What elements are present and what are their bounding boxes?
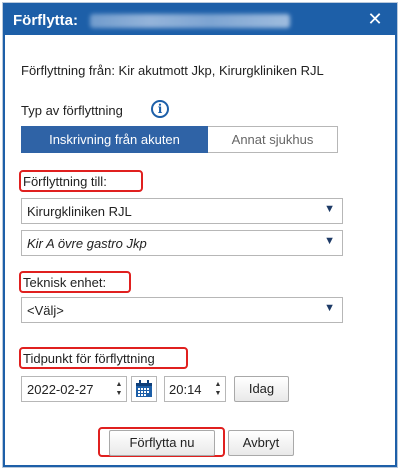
clinic-select-value: Kirurgkliniken RJL (27, 204, 132, 219)
move-type-label: Typ av förflyttning (21, 103, 123, 118)
segment-other-hospital[interactable]: Annat sjukhus (208, 126, 338, 153)
move-now-button[interactable]: Förflytta nu (109, 430, 215, 456)
today-button[interactable]: Idag (234, 376, 289, 402)
move-type-segmented-control: Inskrivning från akuten Annat sjukhus (21, 126, 338, 153)
move-time-label: Tidpunkt för förflyttning (23, 351, 155, 366)
calendar-icon[interactable] (131, 376, 157, 402)
time-field[interactable]: 20:14 ▲ ▼ (164, 376, 226, 402)
segment-admission-from-er[interactable]: Inskrivning från akuten (21, 126, 208, 153)
info-icon[interactable]: i (151, 100, 169, 118)
date-spinner-icon[interactable]: ▲ ▼ (115, 380, 123, 398)
time-spinner-icon[interactable]: ▲ ▼ (214, 380, 222, 398)
move-dialog: Förflytta: ✕ Förflyttning från: Kir akut… (3, 3, 397, 467)
chevron-down-icon: ▼ (324, 203, 335, 215)
tech-unit-select-value: <Välj> (27, 303, 64, 318)
from-location-text: Förflyttning från: Kir akutmott Jkp, Kir… (21, 63, 324, 78)
date-field[interactable]: 2022-02-27 ▲ ▼ (21, 376, 127, 402)
close-icon[interactable]: ✕ (365, 9, 385, 29)
unit-select-value: Kir A övre gastro Jkp (27, 236, 147, 251)
title-bar[interactable]: Förflytta: ✕ (5, 5, 395, 35)
clinic-select[interactable]: Kirurgkliniken RJL ▼ (21, 198, 343, 224)
dialog-title: Förflytta: (13, 12, 78, 29)
move-to-label: Förflyttning till: (23, 174, 107, 189)
chevron-down-icon: ▼ (324, 302, 335, 314)
redacted-patient-name (90, 14, 290, 28)
date-value: 2022-02-27 (27, 382, 94, 397)
chevron-down-icon: ▼ (324, 235, 335, 247)
time-value: 20:14 (169, 382, 202, 397)
cancel-button[interactable]: Avbryt (228, 430, 294, 456)
tech-unit-label: Teknisk enhet: (23, 275, 107, 290)
tech-unit-select[interactable]: <Välj> ▼ (21, 297, 343, 323)
unit-select[interactable]: Kir A övre gastro Jkp ▼ (21, 230, 343, 256)
